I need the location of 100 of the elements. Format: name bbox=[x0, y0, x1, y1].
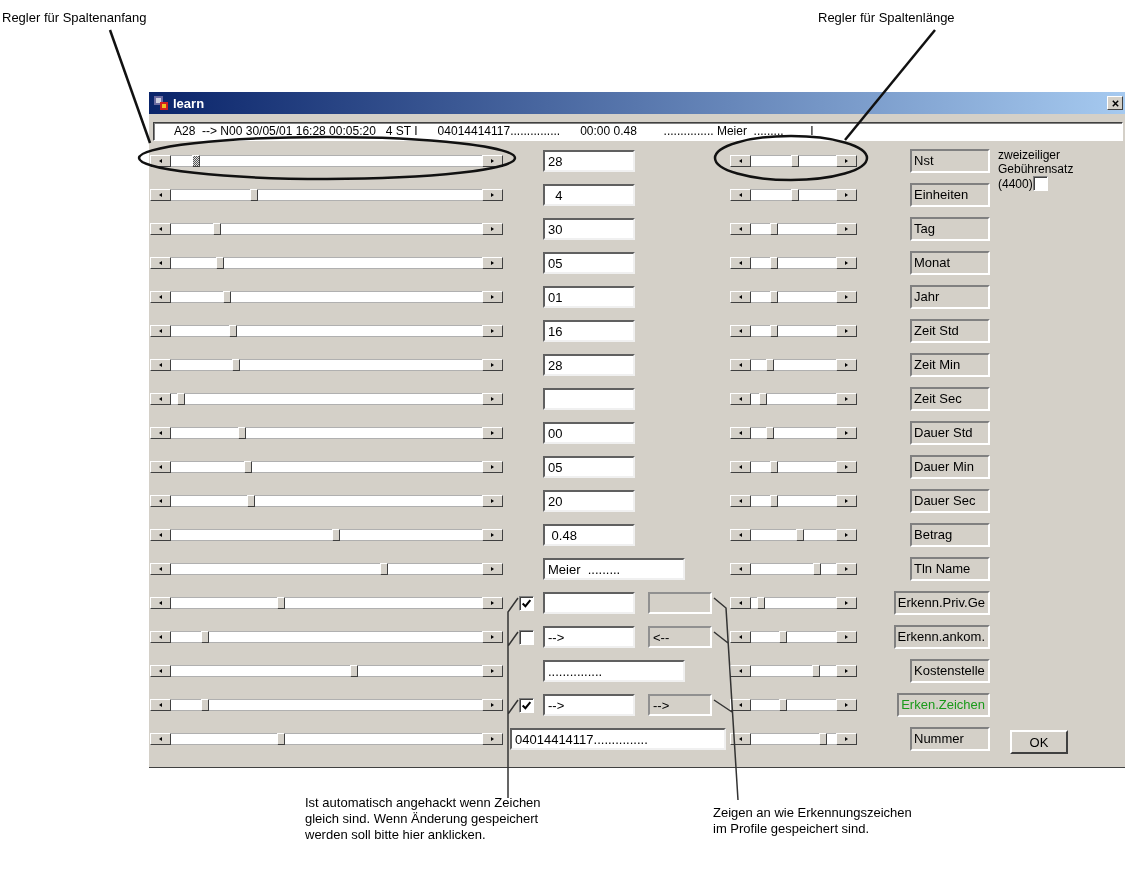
stored-field[interactable]: --> bbox=[648, 694, 712, 716]
value-field[interactable]: 05 bbox=[543, 252, 635, 274]
scroll-right-button[interactable] bbox=[482, 631, 503, 643]
scrollbar-thumb[interactable] bbox=[818, 733, 827, 745]
value-field[interactable]: 00 bbox=[543, 422, 635, 444]
scrollbar-thumb[interactable] bbox=[779, 699, 788, 711]
scroll-right-button[interactable] bbox=[482, 699, 503, 711]
scrollbar-thumb[interactable] bbox=[231, 359, 240, 371]
scroll-left-button[interactable] bbox=[730, 461, 751, 473]
scroll-right-button[interactable] bbox=[836, 325, 857, 337]
scrollbar[interactable] bbox=[150, 359, 503, 371]
value-field[interactable] bbox=[543, 388, 635, 410]
scrollbar-thumb[interactable] bbox=[249, 189, 258, 201]
scrollbar-thumb[interactable] bbox=[380, 563, 389, 575]
scrollbar-thumb[interactable] bbox=[222, 291, 231, 303]
scrollbar[interactable] bbox=[150, 733, 503, 745]
scroll-left-button[interactable] bbox=[150, 359, 171, 371]
scroll-left-button[interactable] bbox=[150, 257, 171, 269]
scroll-right-button[interactable] bbox=[836, 223, 857, 235]
ok-button[interactable]: OK bbox=[1010, 730, 1068, 754]
scrollbar[interactable] bbox=[150, 699, 503, 711]
value-field[interactable]: Meier ......... bbox=[543, 558, 685, 580]
scrollbar[interactable] bbox=[150, 325, 503, 337]
scroll-left-button[interactable] bbox=[150, 665, 171, 677]
scroll-left-button[interactable] bbox=[150, 461, 171, 473]
scroll-left-button[interactable] bbox=[150, 393, 171, 405]
scrollbar-thumb[interactable] bbox=[758, 393, 767, 405]
scrollbar[interactable] bbox=[150, 257, 503, 269]
scroll-right-button[interactable] bbox=[482, 155, 503, 167]
scroll-right-button[interactable] bbox=[836, 597, 857, 609]
scrollbar-thumb[interactable] bbox=[243, 461, 252, 473]
scroll-right-button[interactable] bbox=[836, 529, 857, 541]
scrollbar-thumb[interactable] bbox=[770, 223, 779, 235]
scroll-left-button[interactable] bbox=[730, 427, 751, 439]
scroll-left-button[interactable] bbox=[150, 325, 171, 337]
scrollbar-thumb[interactable] bbox=[228, 325, 237, 337]
value-field[interactable]: 4 bbox=[543, 184, 635, 206]
scroll-right-button[interactable] bbox=[836, 427, 857, 439]
scrollbar[interactable] bbox=[150, 189, 503, 201]
checkbox[interactable] bbox=[519, 595, 534, 611]
scrollbar-thumb[interactable] bbox=[811, 665, 820, 677]
scroll-left-button[interactable] bbox=[150, 189, 171, 201]
scrollbar-thumb[interactable] bbox=[770, 495, 779, 507]
scrollbar-thumb[interactable] bbox=[213, 223, 222, 235]
value-field[interactable]: 20 bbox=[543, 490, 635, 512]
scrollbar-thumb[interactable] bbox=[796, 529, 805, 541]
checkbox[interactable] bbox=[1032, 176, 1048, 191]
scrollbar-thumb[interactable] bbox=[349, 665, 358, 677]
scroll-left-button[interactable] bbox=[730, 291, 751, 303]
scrollbar[interactable] bbox=[730, 155, 857, 167]
scrollbar[interactable] bbox=[730, 359, 857, 371]
scrollbar-thumb[interactable] bbox=[770, 325, 779, 337]
value-field[interactable] bbox=[543, 592, 635, 614]
scroll-right-button[interactable] bbox=[836, 359, 857, 371]
scrollbar[interactable] bbox=[730, 257, 857, 269]
value-field[interactable]: --> bbox=[543, 694, 635, 716]
value-field[interactable]: 01 bbox=[543, 286, 635, 308]
scroll-left-button[interactable] bbox=[150, 597, 171, 609]
scrollbar[interactable] bbox=[150, 291, 503, 303]
scrollbar[interactable] bbox=[730, 563, 857, 575]
value-field[interactable]: ............... bbox=[543, 660, 685, 682]
scrollbar[interactable] bbox=[730, 223, 857, 235]
scroll-right-button[interactable] bbox=[482, 495, 503, 507]
value-field[interactable]: 28 bbox=[543, 150, 635, 172]
scrollbar[interactable] bbox=[730, 495, 857, 507]
scroll-left-button[interactable] bbox=[730, 325, 751, 337]
scrollbar[interactable] bbox=[730, 733, 857, 745]
scrollbar[interactable] bbox=[150, 461, 503, 473]
scroll-right-button[interactable] bbox=[482, 461, 503, 473]
scroll-left-button[interactable] bbox=[730, 699, 751, 711]
scroll-right-button[interactable] bbox=[482, 325, 503, 337]
scrollbar-thumb[interactable] bbox=[813, 563, 822, 575]
scrollbar[interactable] bbox=[150, 495, 503, 507]
scrollbar-thumb[interactable] bbox=[201, 631, 210, 643]
scroll-right-button[interactable] bbox=[482, 427, 503, 439]
value-field[interactable]: 05 bbox=[543, 456, 635, 478]
scrollbar[interactable] bbox=[730, 529, 857, 541]
scroll-left-button[interactable] bbox=[150, 291, 171, 303]
scrollbar-thumb[interactable] bbox=[201, 699, 210, 711]
scroll-left-button[interactable] bbox=[150, 699, 171, 711]
scroll-right-button[interactable] bbox=[836, 155, 857, 167]
scrollbar[interactable] bbox=[730, 393, 857, 405]
scroll-left-button[interactable] bbox=[150, 529, 171, 541]
scroll-right-button[interactable] bbox=[836, 699, 857, 711]
scroll-left-button[interactable] bbox=[730, 733, 751, 745]
scroll-left-button[interactable] bbox=[730, 563, 751, 575]
scrollbar[interactable] bbox=[150, 631, 503, 643]
scrollbar-thumb[interactable] bbox=[216, 257, 225, 269]
scrollbar-thumb[interactable] bbox=[277, 597, 286, 609]
scrollbar[interactable] bbox=[730, 189, 857, 201]
scroll-right-button[interactable] bbox=[482, 597, 503, 609]
value-field[interactable]: 30 bbox=[543, 218, 635, 240]
scroll-left-button[interactable] bbox=[150, 733, 171, 745]
scrollbar-thumb[interactable] bbox=[791, 189, 800, 201]
scrollbar-thumb[interactable] bbox=[770, 291, 779, 303]
scroll-right-button[interactable] bbox=[482, 291, 503, 303]
scrollbar-thumb[interactable] bbox=[246, 495, 255, 507]
checkbox[interactable] bbox=[519, 629, 534, 645]
value-field[interactable]: 28 bbox=[543, 354, 635, 376]
scroll-left-button[interactable] bbox=[150, 631, 171, 643]
